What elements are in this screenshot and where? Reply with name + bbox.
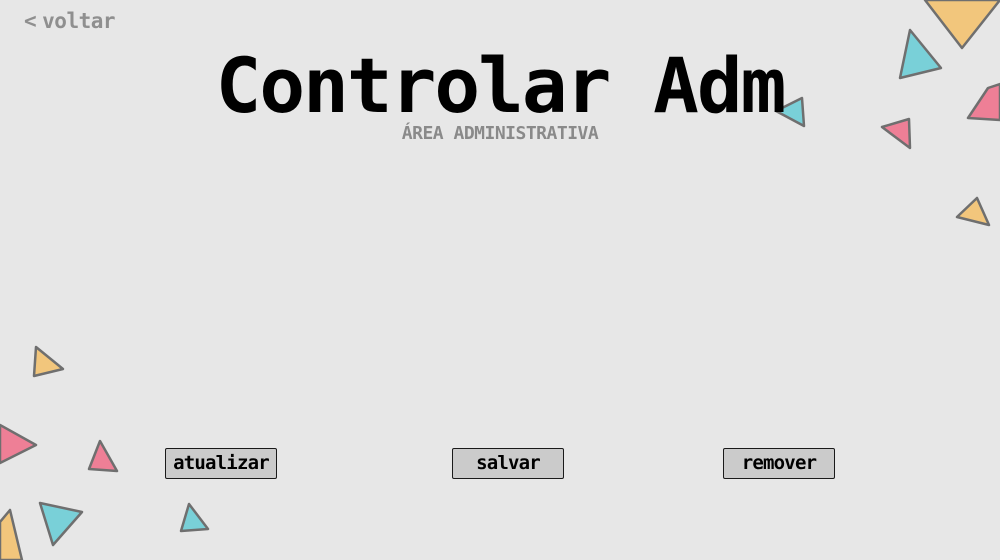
triangle-teal-bottom-left <box>38 501 84 547</box>
triangle-teal-bottom-small <box>179 502 210 533</box>
save-button[interactable]: salvar <box>452 448 564 479</box>
back-link[interactable]: < voltar <box>24 9 116 33</box>
remove-button[interactable]: remover <box>723 448 835 479</box>
chevron-left-icon: < <box>24 9 37 33</box>
page-subtitle: ÁREA ADMINISTRATIVA <box>401 123 599 144</box>
triangle-pink-small <box>87 439 119 473</box>
update-button[interactable]: atualizar <box>165 448 277 479</box>
back-link-label: voltar <box>42 9 116 33</box>
triangle-yellow-right <box>955 196 991 227</box>
triangle-pink-left <box>0 423 38 465</box>
page-title: Controlar Adm <box>215 41 787 130</box>
triangle-yellow-left <box>32 345 65 378</box>
triangle-yellow-bottom-left <box>0 508 24 560</box>
